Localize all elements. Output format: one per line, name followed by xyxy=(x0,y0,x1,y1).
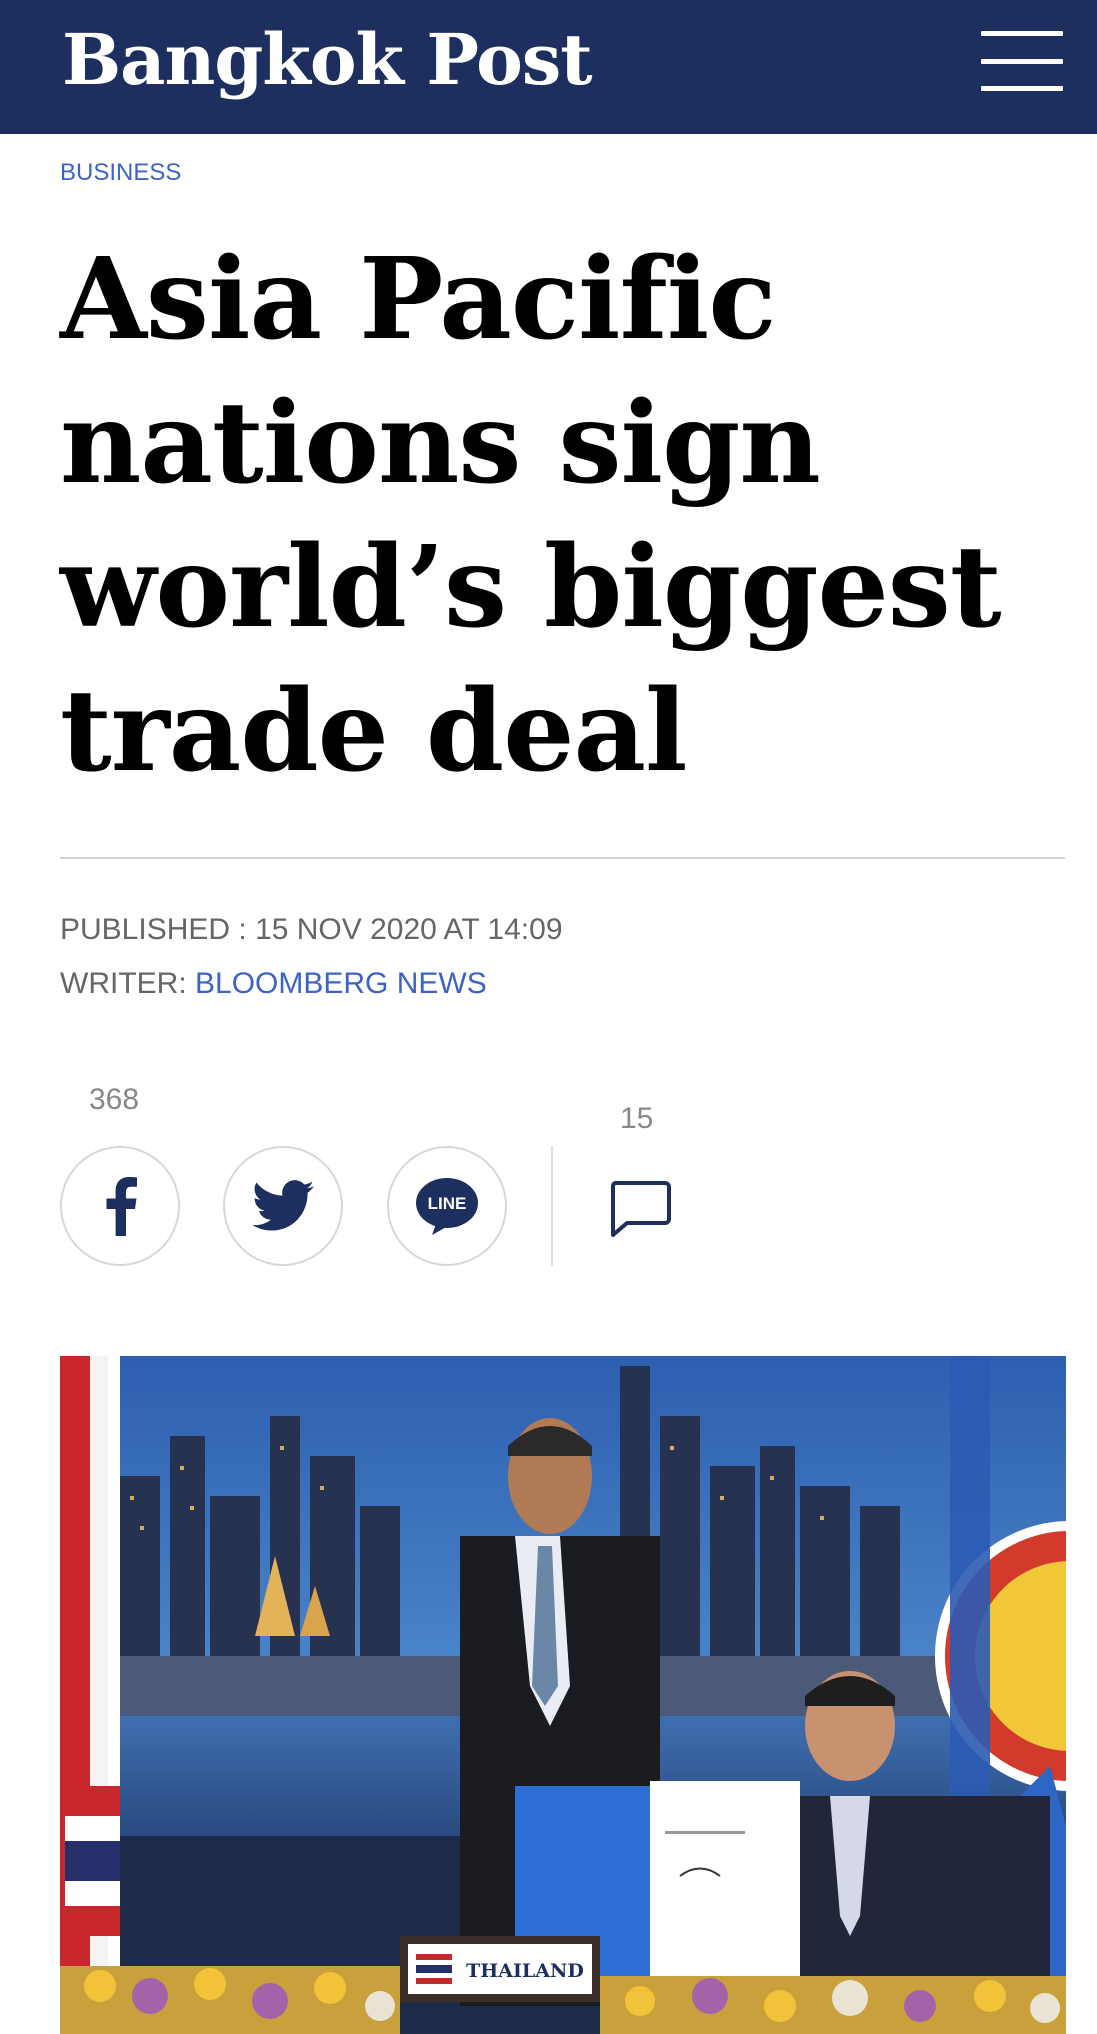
twitter-icon xyxy=(252,1180,314,1231)
facebook-icon xyxy=(106,1177,137,1236)
writer-line: WRITER: BLOOMBERG NEWS xyxy=(60,964,487,1004)
writer-label: WRITER: xyxy=(60,967,195,1000)
published-date: PUBLISHED : 15 NOV 2020 AT 14:09 xyxy=(60,910,563,950)
line-icon-label: LINE xyxy=(428,1194,467,1213)
speech-bubble-icon xyxy=(610,1181,671,1237)
share-count: 368 xyxy=(89,1083,140,1116)
section-link-business[interactable]: BUSINESS xyxy=(60,158,181,188)
site-header: Bangkok Post xyxy=(0,0,1097,134)
facebook-share-button[interactable] xyxy=(60,1146,180,1266)
line-share-button[interactable]: LINE xyxy=(387,1146,507,1266)
published-value: 15 NOV 2020 AT 14:09 xyxy=(255,913,563,946)
comment-button[interactable] xyxy=(600,1170,680,1250)
writer-link[interactable]: BLOOMBERG NEWS xyxy=(195,967,487,1000)
published-label: PUBLISHED : xyxy=(60,913,256,946)
nameplate-text: THAILAND xyxy=(466,1960,584,1982)
share-divider xyxy=(551,1146,553,1266)
line-icon: LINE xyxy=(416,1178,478,1235)
comment-count: 15 xyxy=(620,1102,654,1135)
twitter-share-button[interactable] xyxy=(223,1146,343,1266)
bangkok-post-logo[interactable]: Bangkok Post xyxy=(62,10,593,110)
headline-divider xyxy=(60,857,1065,859)
article-photo: THAILAND xyxy=(60,1356,1066,2034)
hamburger-menu-icon[interactable] xyxy=(978,27,1066,93)
article-headline: Asia Pacific nations sign world’s bigges… xyxy=(60,234,1002,797)
